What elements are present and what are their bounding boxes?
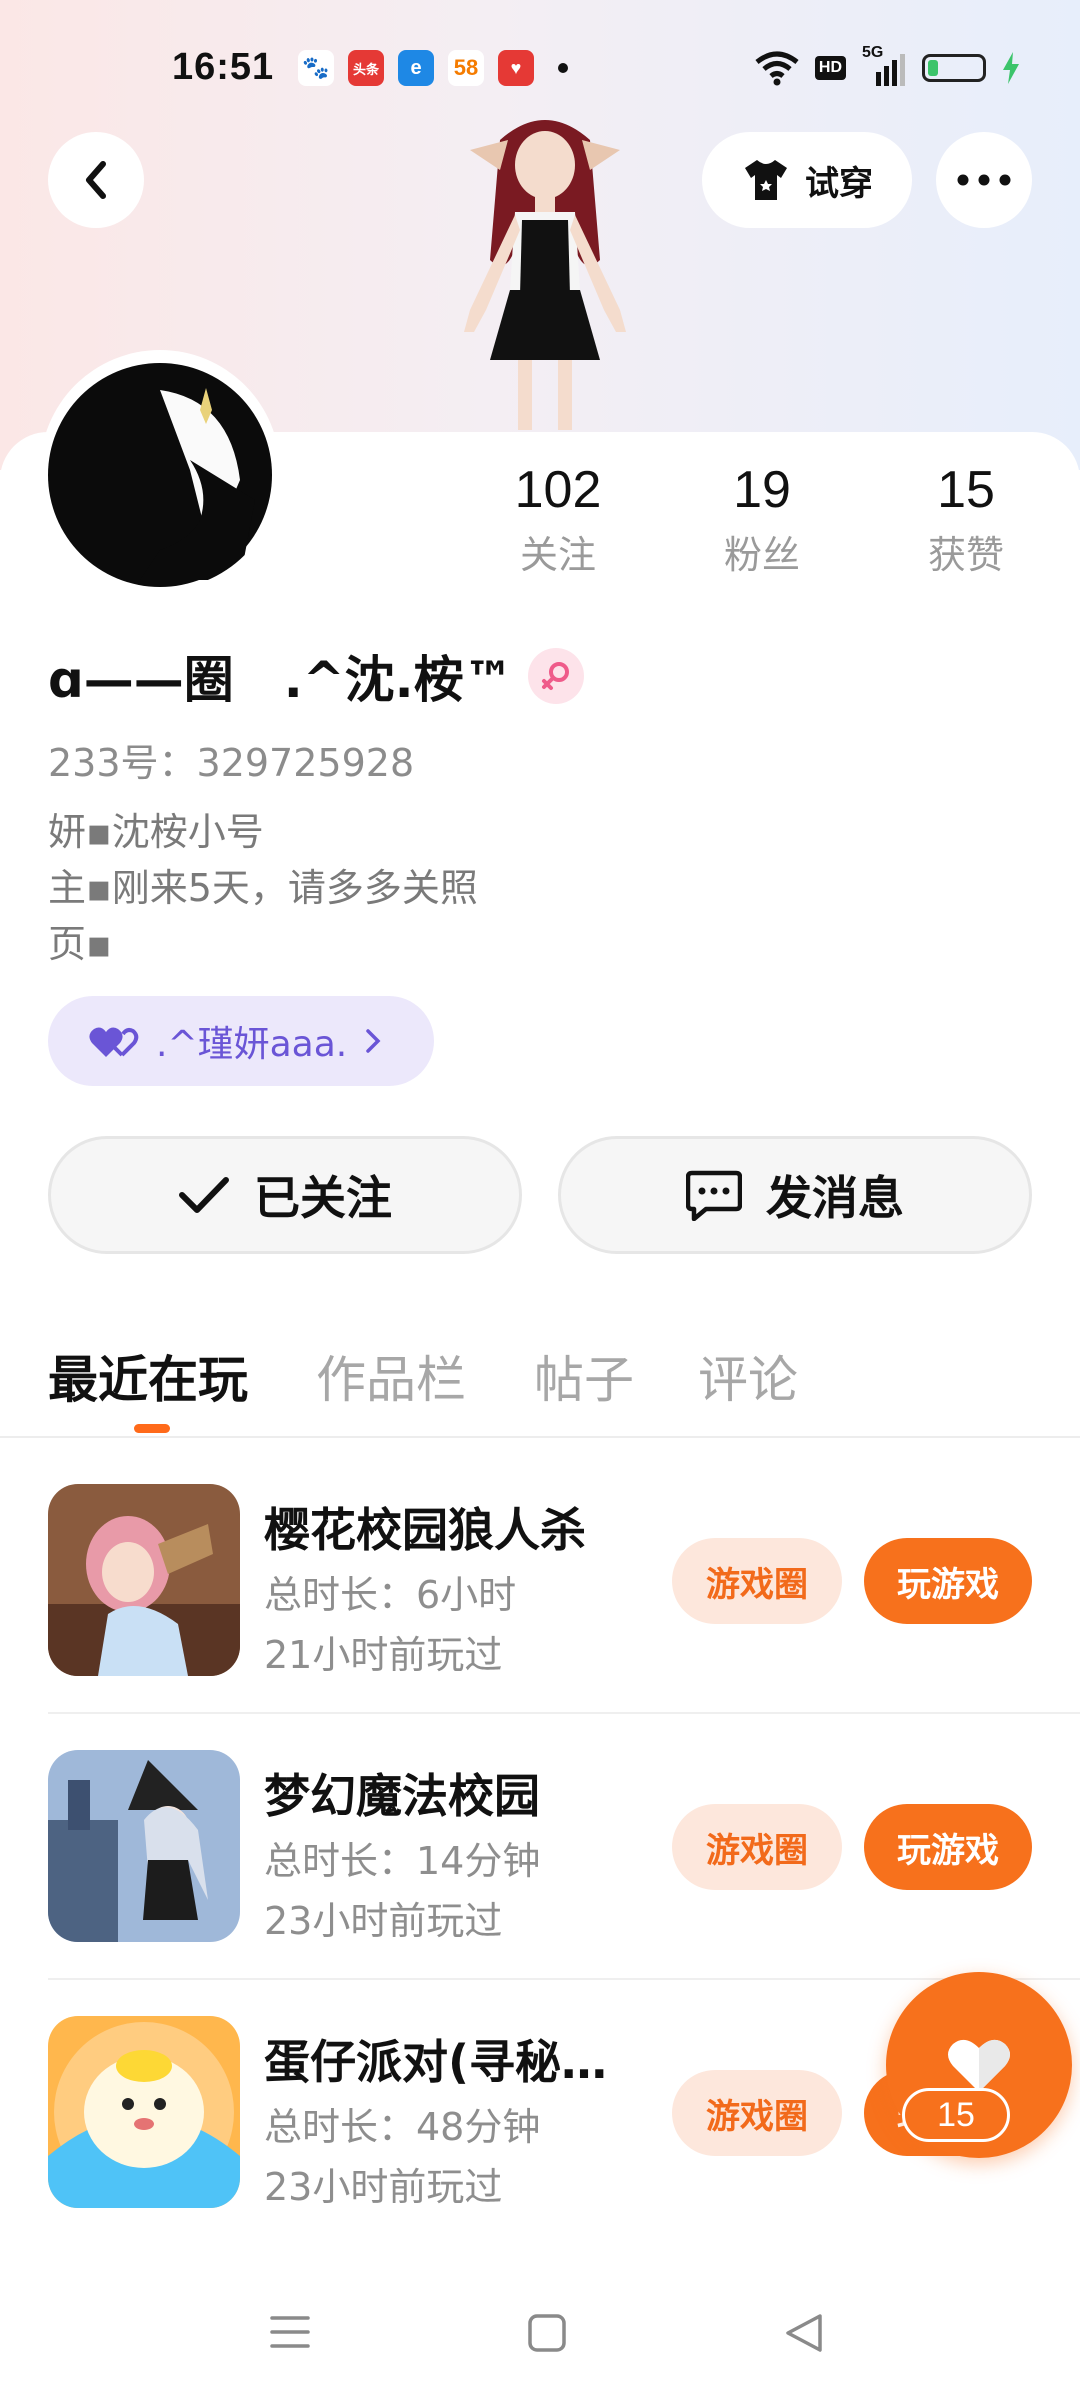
heart-icon	[948, 2039, 1010, 2092]
bio-line: 主▪刚来5天，请多多关照	[48, 866, 478, 910]
home-icon[interactable]	[528, 2314, 566, 2352]
message-label: 发消息	[766, 1171, 904, 1225]
tabs-divider	[0, 1436, 1080, 1438]
game-circle-button[interactable]: 游戏圈	[672, 2070, 842, 2156]
female-gender-icon	[528, 648, 584, 704]
game-last-played: 21小时前玩过	[264, 1633, 503, 1677]
game-circle-button[interactable]: 游戏圈	[672, 1804, 842, 1890]
game-circle-button[interactable]: 游戏圈	[672, 1538, 842, 1624]
profile-tabs: 最近在玩 作品栏 帖子 评论	[0, 1330, 1080, 1434]
game-title: 蛋仔派对(寻秘…	[264, 2035, 608, 2089]
charging-icon	[1003, 52, 1019, 84]
status-app-icons: 🐾 头条 e 58 ♥	[298, 50, 568, 86]
relationship-label: .^瑾妍aaa.	[156, 1024, 348, 1065]
stat-likes[interactable]: 15 获赞	[886, 460, 1046, 579]
tshirt-icon	[745, 160, 787, 200]
double-heart-icon	[89, 1027, 139, 1057]
avatar-image	[48, 363, 272, 587]
more-dots-icon	[957, 174, 1011, 186]
battery-icon	[922, 54, 986, 82]
row-divider	[48, 1978, 1080, 1980]
game-icon	[48, 2016, 240, 2208]
status-right: HD 5G	[755, 44, 1020, 86]
try-on-button[interactable]: 试穿	[702, 132, 912, 228]
bio: 妍▪沈桉小号 主▪刚来5天，请多多关照 页▪	[48, 804, 478, 972]
game-last-played: 23小时前玩过	[264, 1899, 503, 1943]
game-duration: 总时长：48分钟	[264, 2105, 541, 2149]
tab-works[interactable]: 作品栏	[316, 1340, 466, 1412]
toutiao-icon: 头条	[348, 50, 384, 86]
tab-comments[interactable]: 评论	[698, 1340, 798, 1412]
relationship-chip[interactable]: .^瑾妍aaa.	[48, 996, 434, 1086]
app-icon: ♥	[498, 50, 534, 86]
baidu-icon: 🐾	[298, 50, 334, 86]
back-nav-icon[interactable]	[784, 2312, 824, 2354]
likes-label: 获赞	[927, 533, 1004, 577]
game-duration: 总时长：6小时	[264, 1573, 517, 1617]
row-divider	[48, 1712, 1080, 1714]
signal-icon: 5G	[862, 44, 906, 86]
game-title: 樱花校园狼人杀	[264, 1503, 586, 1557]
tab-recently-played[interactable]: 最近在玩	[48, 1340, 248, 1412]
followed-label: 已关注	[254, 1171, 392, 1225]
followed-button[interactable]: 已关注	[48, 1136, 522, 1254]
following-label: 关注	[519, 533, 596, 577]
status-time: 16:51	[172, 46, 275, 88]
user-id: 233号：329725928	[48, 741, 415, 785]
status-bar: 16:51 🐾 头条 e 58 ♥ HD 5G	[0, 40, 1080, 100]
stat-followers[interactable]: 19 粉丝	[682, 460, 842, 579]
menu-icon[interactable]	[270, 2314, 310, 2350]
like-count-badge: 15	[902, 2088, 1010, 2142]
username: ɑ——圈 .^沈.桉™	[48, 651, 514, 709]
back-button[interactable]	[48, 132, 144, 228]
bio-line: 妍▪沈桉小号	[48, 810, 264, 854]
try-on-label: 试穿	[805, 163, 873, 204]
avatar-3d-figure	[464, 120, 626, 430]
game-row[interactable]: 樱花校园狼人杀 总时长：6小时 21小时前玩过 游戏圈 玩游戏	[48, 1484, 1032, 1680]
profile-avatar[interactable]	[40, 350, 280, 590]
58-icon: 58	[448, 50, 484, 86]
likes-count: 15	[937, 461, 995, 519]
game-icon	[48, 1484, 240, 1676]
hd-badge: HD	[814, 56, 846, 80]
network-type: 5G	[862, 44, 884, 61]
game-row[interactable]: 梦幻魔法校园 总时长：14分钟 23小时前玩过 游戏圈 玩游戏	[48, 1750, 1032, 1946]
message-button[interactable]: 发消息	[558, 1136, 1032, 1254]
browser-icon: e	[398, 50, 434, 86]
game-last-played: 23小时前玩过	[264, 2165, 503, 2209]
check-icon	[179, 1177, 229, 1213]
game-title: 梦幻魔法校园	[264, 1769, 540, 1823]
play-game-button[interactable]: 玩游戏	[864, 1804, 1032, 1890]
chevron-left-icon	[86, 161, 106, 199]
notification-dot-icon	[558, 63, 568, 73]
game-row[interactable]: 蛋仔派对(寻秘… 总时长：48分钟 23小时前玩过 游戏圈 玩游戏	[48, 2016, 1032, 2212]
followers-label: 粉丝	[723, 533, 800, 577]
battery-fill	[928, 60, 939, 76]
tab-posts[interactable]: 帖子	[534, 1340, 634, 1412]
following-count: 102	[514, 461, 602, 519]
bio-line: 页▪	[48, 922, 112, 966]
more-button[interactable]	[936, 132, 1032, 228]
game-duration: 总时长：14分钟	[264, 1839, 541, 1883]
game-icon	[48, 1750, 240, 1942]
wifi-icon	[755, 51, 799, 86]
play-game-button[interactable]: 玩游戏	[864, 1538, 1032, 1624]
followers-count: 19	[733, 461, 791, 519]
system-nav-bar	[0, 2290, 1080, 2400]
active-tab-indicator	[134, 1424, 170, 1433]
chevron-right-icon	[366, 1029, 381, 1053]
stat-following[interactable]: 102 关注	[478, 460, 638, 579]
chat-bubble-icon	[686, 1170, 742, 1221]
